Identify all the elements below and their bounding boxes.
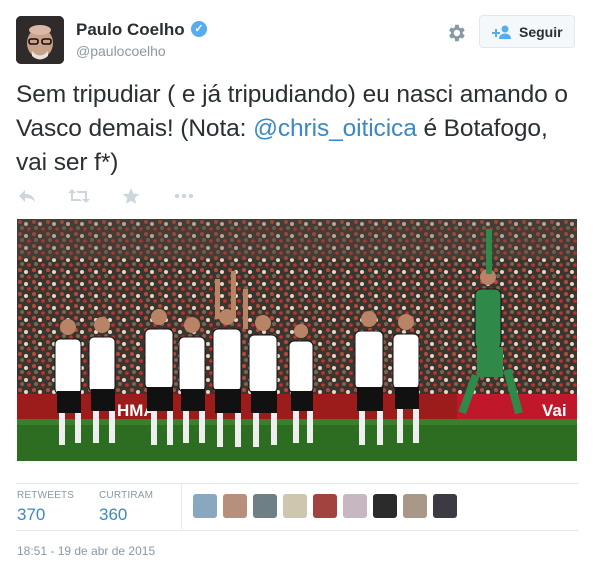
mention-link[interactable]: @chris_oiticica (253, 115, 417, 142)
favoriter-avatar[interactable] (223, 494, 247, 518)
favoriter-avatar[interactable] (403, 494, 427, 518)
author-handle[interactable]: @paulocoelho (76, 43, 166, 59)
favoriter-avatar[interactable] (373, 494, 397, 518)
divider-bottom (16, 530, 578, 531)
favorite-star-icon[interactable] (122, 188, 140, 208)
favoriter-avatar[interactable] (253, 494, 277, 518)
favoriter-avatar[interactable] (313, 494, 337, 518)
reply-icon[interactable] (18, 188, 36, 208)
tweet-text: Sem tripudiar ( e já tripudiando) eu nas… (16, 78, 576, 180)
verified-badge-icon: ✓ (191, 21, 207, 37)
author-avatar[interactable] (16, 16, 64, 64)
retweet-icon[interactable] (68, 188, 90, 208)
retweets-stat[interactable]: RETWEETS 370 (17, 490, 74, 525)
favoriter-avatar[interactable] (433, 494, 457, 518)
follow-label: Seguir (519, 24, 563, 40)
follow-button[interactable]: Seguir (479, 15, 575, 48)
retweets-label: RETWEETS (17, 490, 75, 501)
more-dots-icon[interactable] (174, 188, 194, 208)
gear-icon[interactable] (445, 22, 467, 44)
author-name[interactable]: Paulo Coelho (76, 20, 185, 40)
stadium-team-photo[interactable]: HMA Vai (17, 219, 577, 461)
favoriter-avatar[interactable] (193, 494, 217, 518)
retweets-count: 370 (17, 505, 46, 524)
favorites-count: 360 (99, 505, 128, 524)
favoriter-avatar[interactable] (343, 494, 367, 518)
favoriter-avatar[interactable] (283, 494, 307, 518)
divider-top (16, 483, 578, 484)
add-user-icon (492, 25, 512, 39)
favorites-label: CURTIRAM (99, 490, 154, 501)
banner-text-2: Vai (542, 401, 567, 420)
tweet-timestamp[interactable]: 18:51 - 19 de abr de 2015 (17, 544, 155, 558)
stats-divider (181, 484, 182, 529)
favorites-stat[interactable]: CURTIRAM 360 (99, 490, 153, 525)
